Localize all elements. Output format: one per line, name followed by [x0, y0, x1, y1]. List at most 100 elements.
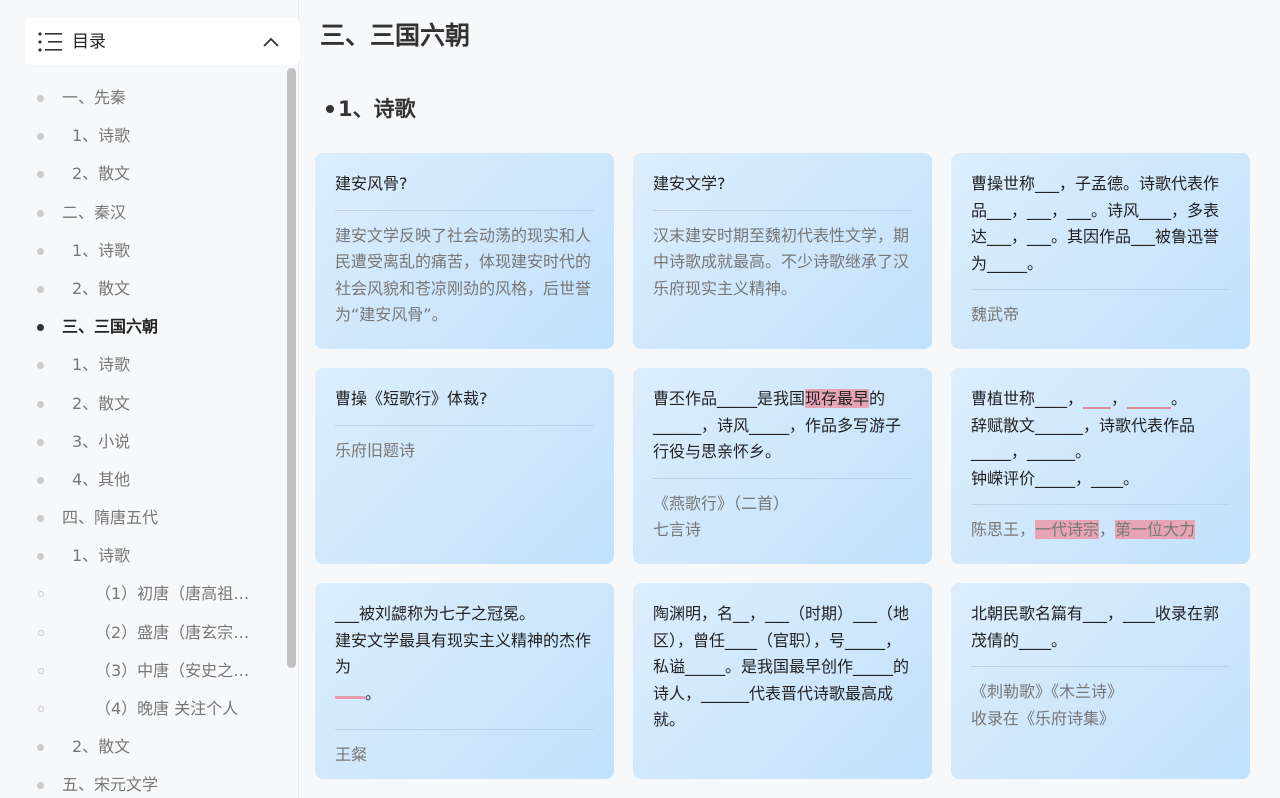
- flashcard[interactable]: 陶渊明，名__，___（时期）___（地区），曾任____（官职），号_____…: [633, 583, 932, 779]
- toc-item[interactable]: （1）初唐（唐高祖武…: [0, 575, 283, 613]
- card-question: 曹植世称____，，。 辞赋散文______，诗歌代表作品_____，_____…: [971, 386, 1230, 505]
- card-question: 建安文学?: [653, 171, 912, 211]
- list-icon: [38, 32, 62, 52]
- toc-item-label: （3）中唐（安史之乱…: [95, 660, 263, 680]
- bullet-icon: [37, 247, 44, 255]
- toc-title: 目录: [72, 32, 106, 52]
- card-answer: 建安文学反映了社会动荡的现实和人民遭受离乱的痛苦，体现建安时代的社会风貌和苍凉刚…: [335, 225, 592, 325]
- card-question: 陶渊明，名__，___（时期）___（地区），曾任____（官职），号_____…: [653, 604, 910, 729]
- bullet-icon: [37, 133, 44, 141]
- toc-item[interactable]: 二、秦汉: [0, 194, 283, 232]
- section-title: 1、诗歌: [326, 94, 416, 124]
- card-answer: 《燕歌行》（二首） 七言诗: [653, 479, 912, 544]
- toc-item-label: 三、三国六朝: [62, 317, 159, 337]
- flashcard[interactable]: 建安风骨? 建安文学反映了社会动荡的现实和人民遭受离乱的痛苦，体现建安时代的社会…: [315, 153, 614, 349]
- toc-item-label: 二、秦汉: [62, 202, 127, 222]
- flashcard[interactable]: 曹操世称___，子孟德。诗歌代表作品___，___，___。诗风____，多表达…: [951, 153, 1250, 349]
- toc-item[interactable]: 2、散文: [0, 155, 283, 193]
- toc-item[interactable]: 1、诗歌: [0, 117, 283, 155]
- bullet-icon: [37, 782, 44, 790]
- cloze-blank: [335, 681, 365, 699]
- flashcard[interactable]: 曹植世称____，，。 辞赋散文______，诗歌代表作品_____，_____…: [951, 368, 1250, 564]
- card-answer: 《刺勒歌》《木兰诗》 收录在《乐府诗集》: [971, 667, 1230, 732]
- card-question: 曹丕作品_____是我国现存最早的______，诗风_____，作品多写游子行役…: [653, 386, 912, 479]
- toc-item[interactable]: 1、诗歌: [0, 346, 283, 384]
- toc-item[interactable]: 四、隋唐五代: [0, 499, 283, 537]
- cloze-blank: [1083, 391, 1112, 409]
- question-text: 曹丕作品_____是我国: [653, 389, 806, 408]
- cloze-blank: [1127, 391, 1172, 409]
- toc-item[interactable]: 2、散文: [0, 270, 283, 308]
- toc-item[interactable]: （2）盛唐（唐玄宗开…: [0, 614, 283, 652]
- question-line: 建安文学最具有现实主义精神的杰作为: [335, 630, 592, 677]
- toc-list: 一、先秦 1、诗歌 2、散文 二、秦汉 1、诗歌 2、散文 三、三国六朝 1、诗歌 2、散文 3、…: [0, 79, 283, 798]
- bullet-icon: [38, 667, 44, 674]
- toc-item[interactable]: 1、诗歌: [0, 232, 283, 270]
- toc-item[interactable]: 五、宋元文学: [0, 766, 283, 798]
- card-question: 建安风骨?: [335, 171, 594, 211]
- toc-header[interactable]: 目录: [25, 18, 300, 65]
- card-answer: 汉末建安时期至魏初代表性文学，期中诗歌成就最高。不少诗歌继承了汉乐府现实主义精神…: [653, 225, 910, 298]
- answer-line: 《刺勒歌》《木兰诗》: [971, 682, 1124, 701]
- toc-item-label: （2）盛唐（唐玄宗开…: [95, 622, 263, 642]
- toc-item[interactable]: 2、散文: [0, 385, 283, 423]
- toc-item[interactable]: 4、其他: [0, 461, 283, 499]
- card-question: 北朝民歌名篇有___，____收录在郭茂倩的____。: [971, 601, 1230, 667]
- bullet-icon: [37, 362, 44, 370]
- question-text: 。: [365, 683, 382, 703]
- flashcard[interactable]: 曹操《短歌行》体裁? 乐府旧题诗: [315, 368, 614, 564]
- toc-sidebar: 目录 一、先秦 1、诗歌 2、散文 二、秦汉 1、诗歌 2、散文 三、三国六朝 1、诗歌 2、散…: [0, 0, 300, 798]
- toc-item[interactable]: （4）晚唐 关注个人: [0, 690, 283, 728]
- toc-item-label: 2、散文: [72, 164, 131, 184]
- toc-item[interactable]: 一、先秦: [0, 79, 283, 117]
- question-line: 钟嵘评价_____，____。: [971, 468, 1140, 488]
- chevron-up-icon[interactable]: [262, 34, 280, 48]
- answer-line: 收录在《乐府诗集》: [971, 708, 1116, 728]
- toc-item-label: 1、诗歌: [72, 126, 131, 146]
- sidebar-scroll-thumb[interactable]: [287, 68, 296, 668]
- card-question: 曹操世称___，子孟德。诗歌代表作品___，___，___。诗风____，多表达…: [971, 171, 1230, 290]
- highlight-mark: 现存最早: [805, 389, 870, 408]
- toc-item[interactable]: （3）中唐（安史之乱…: [0, 652, 283, 690]
- bullet-icon: [37, 285, 44, 293]
- bullet-icon: [37, 438, 44, 446]
- bullet-icon: [37, 515, 44, 523]
- highlight-mark: 第一位大力: [1115, 520, 1196, 539]
- toc-item[interactable]: 3、小说: [0, 423, 283, 461]
- bullet-icon: [37, 95, 44, 102]
- bullet-icon: [38, 629, 44, 636]
- toc-item[interactable]: 三、三国六朝: [0, 308, 283, 346]
- sidebar-scrollbar[interactable]: [283, 66, 299, 798]
- bullet-icon: [37, 476, 44, 484]
- question-line: 辞赋散文______，诗歌代表作品_____，______。: [971, 415, 1196, 462]
- card-question: 曹操《短歌行》体裁?: [335, 386, 594, 426]
- question-line: 。: [335, 681, 594, 708]
- toc-item-label: 1、诗歌: [72, 240, 131, 260]
- page-title: 三、三国六朝: [320, 21, 471, 50]
- toc-item-label: 2、散文: [72, 393, 131, 413]
- toc-item-label: 2、散文: [72, 278, 131, 298]
- bullet-icon: [38, 706, 44, 712]
- toc-item-label: 1、诗歌: [72, 546, 131, 566]
- toc-item[interactable]: 2、散文: [0, 728, 283, 766]
- highlight-mark: 一代诗宗: [1035, 520, 1100, 539]
- card-answer: 陈思王，一代诗宗，第一位大力: [971, 505, 1230, 544]
- bullet-icon: [37, 553, 44, 561]
- flashcard[interactable]: 北朝民歌名篇有___，____收录在郭茂倩的____。 《刺勒歌》《木兰诗》 收…: [951, 583, 1250, 779]
- section-title-text: 1、诗歌: [338, 97, 416, 121]
- question-line: 曹植世称____，，。: [971, 389, 1188, 409]
- toc-item-label: 五、宋元文学: [62, 775, 159, 795]
- toc-item-label: 一、先秦: [62, 88, 127, 107]
- toc-item-label: （4）晚唐 关注个人: [95, 699, 239, 718]
- answer-text: ，: [1099, 520, 1116, 539]
- app-root: 目录 一、先秦 1、诗歌 2、散文 二、秦汉 1、诗歌 2、散文 三、三国六朝 1、诗歌 2、散…: [0, 0, 1280, 798]
- flashcard[interactable]: 建安文学? 汉末建安时期至魏初代表性文学，期中诗歌成就最高。不少诗歌继承了汉乐府…: [633, 153, 932, 349]
- toc-item-label: 4、其他: [72, 469, 131, 489]
- flashcard[interactable]: ___被刘勰称为七子之冠冕。 建安文学最具有现实主义精神的杰作为 。 王粲: [315, 583, 614, 779]
- bullet-icon: [38, 591, 44, 598]
- card-answer: 王粲: [335, 745, 368, 764]
- bullet-icon: [37, 400, 44, 408]
- toc-item-label: 2、散文: [72, 737, 131, 757]
- toc-item[interactable]: 1、诗歌: [0, 537, 283, 575]
- flashcard[interactable]: 曹丕作品_____是我国现存最早的______，诗风_____，作品多写游子行役…: [633, 368, 932, 564]
